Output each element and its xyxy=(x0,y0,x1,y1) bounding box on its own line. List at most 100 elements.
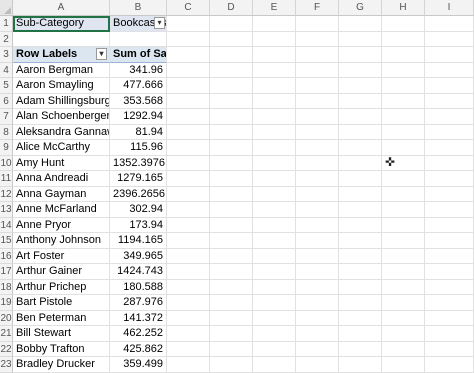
row-number[interactable]: 4 xyxy=(0,62,13,78)
empty-cell[interactable] xyxy=(210,186,253,202)
empty-cell[interactable] xyxy=(339,217,382,233)
column-header-b[interactable]: B xyxy=(110,0,167,16)
empty-cell[interactable] xyxy=(253,310,296,326)
row-label[interactable]: Alan Schoenberger xyxy=(13,109,110,125)
sales-value[interactable]: 302.94 xyxy=(110,202,167,218)
row-number[interactable]: 16 xyxy=(0,248,13,264)
row-number[interactable]: 3 xyxy=(0,47,13,63)
empty-cell[interactable] xyxy=(425,279,474,295)
row-number[interactable]: 11 xyxy=(0,171,13,187)
empty-cell[interactable] xyxy=(425,341,474,357)
empty-cell[interactable] xyxy=(253,264,296,280)
empty-cell[interactable] xyxy=(296,186,339,202)
empty-cell[interactable] xyxy=(296,171,339,187)
empty-cell[interactable] xyxy=(253,124,296,140)
filter-value[interactable]: Bookcases ▾ xyxy=(110,16,167,32)
empty-cell[interactable] xyxy=(253,47,296,63)
empty-cell[interactable] xyxy=(167,78,210,94)
sales-value[interactable]: 1352.3976 xyxy=(110,155,167,171)
empty-cell[interactable] xyxy=(210,78,253,94)
empty-cell[interactable] xyxy=(253,155,296,171)
empty-cell[interactable] xyxy=(425,264,474,280)
row-number[interactable]: 15 xyxy=(0,233,13,249)
row-label[interactable]: Aaron Smayling xyxy=(13,78,110,94)
empty-cell[interactable] xyxy=(296,140,339,156)
row-number[interactable]: 7 xyxy=(0,109,13,125)
empty-cell[interactable] xyxy=(210,62,253,78)
row-label[interactable]: Anna Gayman xyxy=(13,186,110,202)
empty-cell[interactable] xyxy=(167,202,210,218)
column-header-e[interactable]: E xyxy=(253,0,296,16)
row-label[interactable]: Adam Shillingsburg xyxy=(13,93,110,109)
row-number[interactable]: 5 xyxy=(0,78,13,94)
empty-cell[interactable] xyxy=(339,93,382,109)
empty-cell[interactable] xyxy=(296,78,339,94)
cell-b[interactable] xyxy=(110,31,167,47)
empty-cell[interactable] xyxy=(382,124,425,140)
row-label[interactable]: Bobby Trafton xyxy=(13,341,110,357)
empty-cell[interactable] xyxy=(210,264,253,280)
empty-cell[interactable] xyxy=(253,62,296,78)
sales-value[interactable]: 462.252 xyxy=(110,326,167,342)
empty-cell[interactable] xyxy=(253,248,296,264)
empty-cell[interactable] xyxy=(382,31,425,47)
row-label[interactable]: Art Foster xyxy=(13,248,110,264)
empty-cell[interactable] xyxy=(210,341,253,357)
empty-cell[interactable] xyxy=(253,279,296,295)
empty-cell[interactable] xyxy=(167,47,210,63)
empty-cell[interactable] xyxy=(339,326,382,342)
empty-cell[interactable] xyxy=(339,310,382,326)
sales-value[interactable]: 1292.94 xyxy=(110,109,167,125)
empty-cell[interactable] xyxy=(382,341,425,357)
empty-cell[interactable] xyxy=(210,279,253,295)
sum-of-sales-header[interactable]: Sum of Sales xyxy=(110,47,167,63)
empty-cell[interactable] xyxy=(296,264,339,280)
sales-value[interactable]: 141.372 xyxy=(110,310,167,326)
empty-cell[interactable] xyxy=(167,357,210,373)
sales-value[interactable]: 353.568 xyxy=(110,93,167,109)
empty-cell[interactable] xyxy=(167,264,210,280)
empty-cell[interactable] xyxy=(210,171,253,187)
sales-value[interactable]: 425.862 xyxy=(110,341,167,357)
empty-cell[interactable] xyxy=(425,140,474,156)
empty-cell[interactable] xyxy=(339,202,382,218)
empty-cell[interactable] xyxy=(253,326,296,342)
empty-cell[interactable] xyxy=(296,62,339,78)
row-number[interactable]: 18 xyxy=(0,279,13,295)
empty-cell[interactable] xyxy=(253,31,296,47)
empty-cell[interactable] xyxy=(167,171,210,187)
empty-cell[interactable] xyxy=(339,186,382,202)
sales-value[interactable]: 477.666 xyxy=(110,78,167,94)
empty-cell[interactable] xyxy=(382,109,425,125)
empty-cell[interactable] xyxy=(296,341,339,357)
column-header-h[interactable]: H xyxy=(382,0,425,16)
empty-cell[interactable] xyxy=(253,171,296,187)
sales-value[interactable]: 2396.2656 xyxy=(110,186,167,202)
empty-cell[interactable] xyxy=(425,16,474,32)
empty-cell[interactable] xyxy=(382,16,425,32)
filter-icon[interactable]: ▾ xyxy=(154,17,165,29)
empty-cell[interactable] xyxy=(296,233,339,249)
empty-cell[interactable] xyxy=(339,124,382,140)
empty-cell[interactable] xyxy=(425,31,474,47)
row-label[interactable]: Anthony Johnson xyxy=(13,233,110,249)
empty-cell[interactable] xyxy=(167,109,210,125)
empty-cell[interactable] xyxy=(253,16,296,32)
empty-cell[interactable] xyxy=(339,16,382,32)
row-label[interactable]: Arthur Prichep xyxy=(13,279,110,295)
empty-cell[interactable] xyxy=(296,295,339,311)
empty-cell[interactable] xyxy=(296,202,339,218)
empty-cell[interactable] xyxy=(382,78,425,94)
empty-cell[interactable] xyxy=(382,264,425,280)
empty-cell[interactable] xyxy=(210,47,253,63)
empty-cell[interactable] xyxy=(210,233,253,249)
sales-value[interactable]: 349.965 xyxy=(110,248,167,264)
row-label[interactable]: Aaron Bergman xyxy=(13,62,110,78)
empty-cell[interactable] xyxy=(210,140,253,156)
empty-cell[interactable] xyxy=(296,248,339,264)
empty-cell[interactable] xyxy=(339,248,382,264)
empty-cell[interactable] xyxy=(210,202,253,218)
empty-cell[interactable] xyxy=(425,295,474,311)
empty-cell[interactable] xyxy=(339,341,382,357)
empty-cell[interactable] xyxy=(339,31,382,47)
